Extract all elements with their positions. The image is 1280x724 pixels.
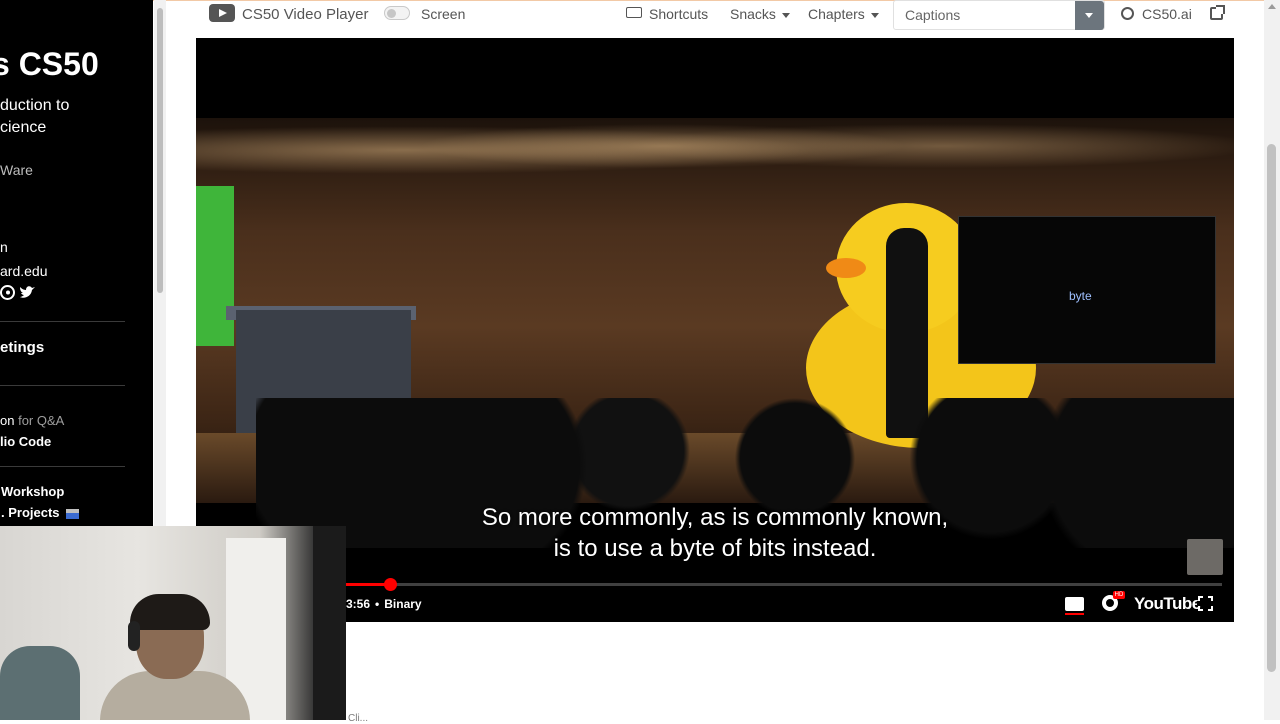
clipped-footer-text: Cli... [348, 713, 368, 724]
cs50-ai-link[interactable]: CS50.ai [1142, 6, 1192, 22]
screen-toggle[interactable] [384, 6, 410, 20]
instructor-name: Ware [0, 162, 33, 178]
headset-icon [128, 621, 140, 651]
player-toolbar: CS50 Video Player Screen Shortcuts Snack… [196, 0, 1234, 30]
sidebar-scrollbar-thumb[interactable] [157, 8, 163, 293]
sidebar-divider [0, 385, 125, 386]
youtube-logo-icon [209, 4, 235, 22]
duck-beak [826, 258, 866, 278]
video-player[interactable]: byte So more commonly, as is commonly kn… [196, 38, 1234, 622]
instructor-email-link[interactable]: ard.edu [0, 263, 47, 279]
chapters-dropdown[interactable]: Chapters [808, 6, 879, 22]
subtitles-icon[interactable] [1065, 597, 1084, 615]
captions-select[interactable]: Captions [893, 0, 1105, 30]
current-time: 3:56 [346, 597, 371, 611]
chevron-down-icon [781, 12, 790, 18]
instructor-line: n [0, 239, 8, 255]
cs50-ai-icon [1121, 7, 1134, 20]
sidebar-item-projects[interactable]: . Projects [1, 505, 79, 520]
progress-knob[interactable] [383, 578, 397, 591]
sidebar-divider [0, 466, 125, 467]
caption-text: So more commonly, as is commonly known, … [196, 502, 1234, 564]
snacks-label: Snacks [730, 6, 776, 22]
hall-lights [196, 118, 1234, 198]
screen-toggle-label: Screen [421, 6, 466, 22]
sidebar-item-workshop[interactable]: Workshop [1, 484, 64, 499]
captions-dropdown-button[interactable] [1075, 1, 1104, 30]
flag-icon [65, 508, 79, 519]
course-sidebar: s CS50 duction to cience Ware n ard.edu … [0, 0, 153, 526]
chapters-label: Chapters [808, 6, 865, 22]
twitter-icon[interactable] [19, 285, 35, 300]
projects-label[interactable]: . Projects [1, 505, 60, 520]
slide-word: byte [1069, 289, 1092, 303]
course-title: s CS50 [0, 46, 99, 82]
hd-badge: HD [1113, 591, 1125, 599]
fullscreen-icon[interactable] [1197, 595, 1214, 612]
external-link-icon[interactable] [1210, 5, 1225, 20]
sidebar-divider [0, 321, 125, 322]
page-scrollbar[interactable] [1264, 0, 1280, 720]
green-screen [196, 186, 234, 346]
progress-bar[interactable] [346, 578, 1222, 591]
course-subtitle: duction to cience [0, 97, 70, 136]
youtube-wordmark[interactable]: YouTube [1134, 594, 1201, 614]
sidebar-item-vscode[interactable]: lio Code [0, 434, 51, 449]
page-scrollbar-thumb[interactable] [1267, 144, 1276, 672]
webcam-chair [0, 646, 80, 720]
threads-icon[interactable] [0, 285, 15, 300]
webcam-edge [313, 526, 346, 720]
slide-screen: byte [958, 216, 1216, 364]
chapter-name[interactable]: Binary [384, 597, 421, 611]
shortcuts-button[interactable]: Shortcuts [649, 6, 708, 22]
webcam-person-hair [130, 594, 210, 630]
sidebar-scrollbar[interactable] [154, 0, 166, 526]
chevron-down-icon [870, 12, 879, 18]
scroll-up-arrow-icon[interactable] [1268, 4, 1276, 9]
sidebar-item-meetings[interactable]: etings [0, 339, 44, 356]
channel-avatar[interactable] [1187, 539, 1223, 575]
qa-link[interactable]: on [0, 413, 14, 428]
captions-value: Captions [905, 7, 961, 23]
caption-line: is to use a byte of bits instead. [553, 535, 877, 562]
qa-suffix: for Q&A [18, 413, 65, 428]
social-links [0, 285, 35, 300]
player-title: CS50 Video Player [242, 6, 369, 23]
sidebar-item-qa[interactable]: on for Q&A [0, 413, 64, 428]
webcam-overlay [0, 526, 346, 720]
keyboard-icon [626, 7, 642, 18]
snacks-dropdown[interactable]: Snacks [730, 6, 790, 22]
time-display: 3:56 • Binary [346, 597, 422, 611]
caption-line: So more commonly, as is commonly known, [481, 504, 949, 531]
